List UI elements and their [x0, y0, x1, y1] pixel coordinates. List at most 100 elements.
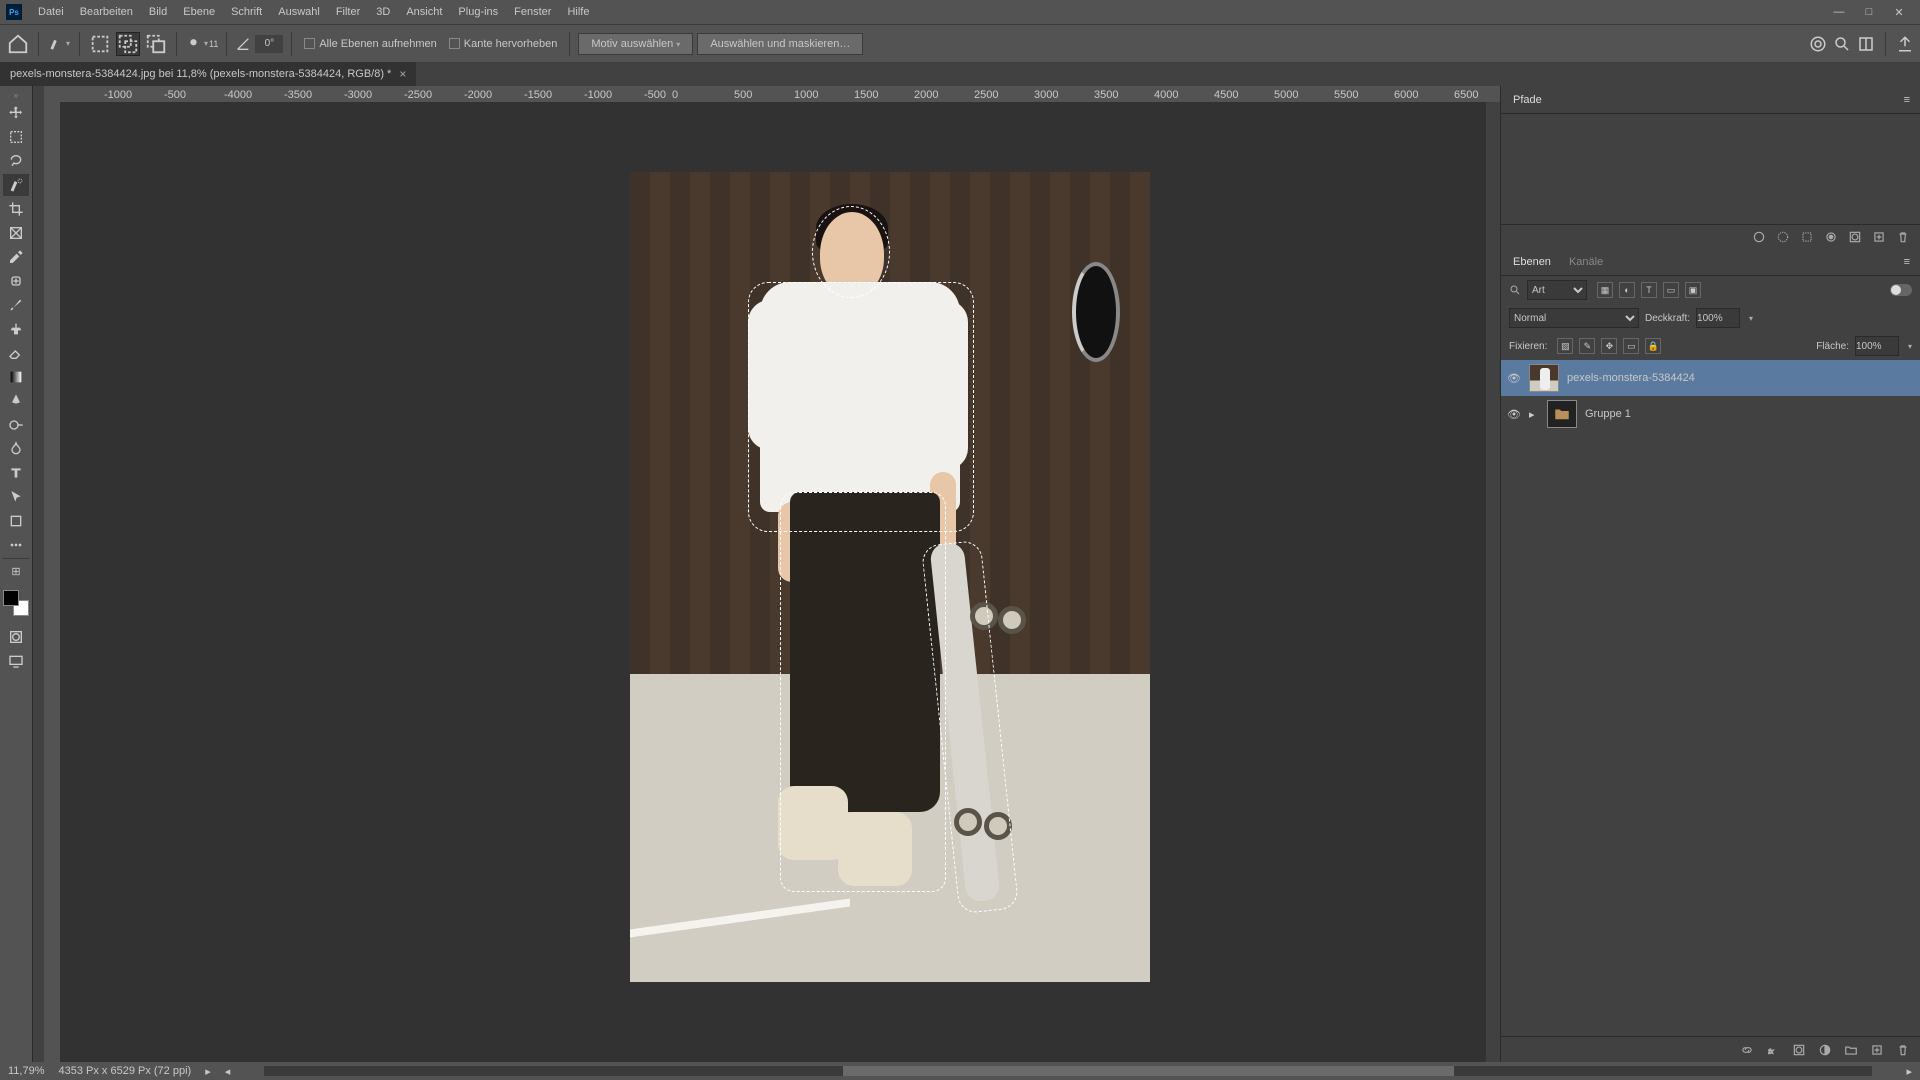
- filter-toggle[interactable]: [1890, 284, 1912, 296]
- pen-tool[interactable]: [3, 390, 29, 412]
- menu-hilfe[interactable]: Hilfe: [559, 0, 597, 24]
- tab-layers[interactable]: Ebenen: [1511, 252, 1553, 272]
- layer-thumbnail[interactable]: [1529, 364, 1559, 392]
- opacity-input[interactable]: [1696, 308, 1740, 328]
- new-group-icon[interactable]: [1844, 1043, 1858, 1057]
- layer-row[interactable]: 👁 ▸ Gruppe 1: [1501, 396, 1920, 432]
- document-canvas[interactable]: [60, 102, 1486, 1062]
- quick-mask-icon[interactable]: [3, 626, 29, 648]
- filter-type-icon[interactable]: T: [1641, 282, 1657, 298]
- selection-to-path-icon[interactable]: [1824, 230, 1838, 244]
- checkbox-edge-highlight[interactable]: Kante hervorheben: [449, 38, 558, 50]
- filter-pixel-icon[interactable]: ▦: [1597, 282, 1613, 298]
- marquee-tool[interactable]: [3, 126, 29, 148]
- tools-collapse-icon[interactable]: »: [13, 90, 18, 100]
- window-minimize-button[interactable]: —: [1824, 2, 1854, 22]
- tool-preset-picker[interactable]: [47, 32, 71, 56]
- menu-fenster[interactable]: Fenster: [506, 0, 559, 24]
- layer-row[interactable]: 👁 pexels-monstera-5384424: [1501, 360, 1920, 396]
- adjustment-layer-icon[interactable]: [1818, 1043, 1832, 1057]
- path-to-selection-icon[interactable]: [1800, 230, 1814, 244]
- doc-dimensions[interactable]: 4353 Px x 6529 Px (72 ppi): [59, 1065, 192, 1077]
- gradient-tool[interactable]: [3, 366, 29, 388]
- menu-datei[interactable]: Datei: [30, 0, 72, 24]
- filter-shape-icon[interactable]: ▭: [1663, 282, 1679, 298]
- blend-mode-select[interactable]: Normal: [1509, 308, 1639, 328]
- lasso-tool[interactable]: [3, 150, 29, 172]
- menu-plugins[interactable]: Plug-ins: [450, 0, 506, 24]
- cloud-sync-icon[interactable]: [1809, 35, 1827, 53]
- selection-add-icon[interactable]: [116, 32, 140, 56]
- selection-subtract-icon[interactable]: [144, 32, 168, 56]
- fill-dropdown-icon[interactable]: [1905, 340, 1912, 352]
- collapsed-panel-strip[interactable]: [32, 86, 44, 1062]
- arrange-docs-icon[interactable]: [1857, 35, 1875, 53]
- shape-tool[interactable]: [3, 510, 29, 532]
- vertical-scrollbar[interactable]: [1486, 102, 1500, 1062]
- eyedropper-tool[interactable]: [3, 246, 29, 268]
- selection-new-icon[interactable]: [88, 32, 112, 56]
- opacity-dropdown-icon[interactable]: [1746, 312, 1753, 324]
- add-mask-icon[interactable]: [1848, 230, 1862, 244]
- zoom-level[interactable]: 11,79%: [8, 1065, 45, 1077]
- checkbox-all-layers[interactable]: Alle Ebenen aufnehmen: [304, 38, 436, 50]
- more-tools[interactable]: [3, 534, 29, 556]
- type-tool[interactable]: [3, 462, 29, 484]
- new-layer-icon[interactable]: [1870, 1043, 1884, 1057]
- menu-ansicht[interactable]: Ansicht: [398, 0, 450, 24]
- quick-selection-tool[interactable]: [3, 174, 29, 196]
- search-icon[interactable]: [1833, 35, 1851, 53]
- window-maximize-button[interactable]: □: [1854, 2, 1884, 22]
- clone-stamp-tool[interactable]: [3, 318, 29, 340]
- move-tool[interactable]: [3, 102, 29, 124]
- menu-auswahl[interactable]: Auswahl: [270, 0, 328, 24]
- tab-paths[interactable]: Pfade: [1511, 90, 1544, 110]
- menu-filter[interactable]: Filter: [328, 0, 368, 24]
- lock-position-icon[interactable]: ✥: [1601, 338, 1617, 354]
- tab-channels[interactable]: Kanäle: [1567, 252, 1605, 272]
- fill-input[interactable]: [1855, 336, 1899, 356]
- frame-tool[interactable]: [3, 222, 29, 244]
- layer-name[interactable]: pexels-monstera-5384424: [1567, 372, 1695, 384]
- delete-path-icon[interactable]: [1896, 230, 1910, 244]
- add-mask-icon[interactable]: [1792, 1043, 1806, 1057]
- brush-tool[interactable]: [3, 294, 29, 316]
- delete-layer-icon[interactable]: [1896, 1043, 1910, 1057]
- link-layers-icon[interactable]: [1740, 1043, 1754, 1057]
- layer-style-icon[interactable]: fx: [1766, 1043, 1780, 1057]
- fill-path-icon[interactable]: [1752, 230, 1766, 244]
- filter-adjust-icon[interactable]: ◐: [1619, 282, 1635, 298]
- lock-all-icon[interactable]: 🔒: [1645, 338, 1661, 354]
- filter-smart-icon[interactable]: ▣: [1685, 282, 1701, 298]
- share-icon[interactable]: [1896, 35, 1914, 53]
- menu-3d[interactable]: 3D: [368, 0, 398, 24]
- select-subject-button[interactable]: Motiv auswählen: [578, 33, 693, 55]
- group-disclosure-icon[interactable]: ▸: [1529, 408, 1539, 421]
- stroke-path-icon[interactable]: [1776, 230, 1790, 244]
- angle-input[interactable]: 0°: [255, 35, 283, 53]
- layer-name[interactable]: Gruppe 1: [1585, 408, 1631, 420]
- color-swatches[interactable]: [3, 590, 29, 616]
- horizontal-scrollbar[interactable]: [264, 1066, 1872, 1076]
- ruler-horizontal[interactable]: -1000 -500 -4000 -3500 -3000 -2500 -2000…: [44, 86, 1500, 102]
- visibility-toggle-icon[interactable]: 👁: [1507, 408, 1521, 421]
- screen-mode-icon[interactable]: [3, 650, 29, 672]
- window-close-button[interactable]: ✕: [1884, 2, 1914, 22]
- status-dropdown-icon[interactable]: ▸: [205, 1065, 211, 1078]
- new-path-icon[interactable]: [1872, 230, 1886, 244]
- eraser-tool[interactable]: [3, 342, 29, 364]
- menu-bearbeiten[interactable]: Bearbeiten: [72, 0, 141, 24]
- lock-transparency-icon[interactable]: ▨: [1557, 338, 1573, 354]
- scroll-left-icon[interactable]: ◂: [225, 1065, 231, 1078]
- lock-paint-icon[interactable]: ✎: [1579, 338, 1595, 354]
- edit-toolbar-icon[interactable]: ⊞: [3, 558, 29, 580]
- layer-filter-kind[interactable]: Art: [1527, 280, 1587, 300]
- path-select-tool[interactable]: [3, 486, 29, 508]
- menu-schrift[interactable]: Schrift: [223, 0, 270, 24]
- document-tab[interactable]: pexels-monstera-5384424.jpg bei 11,8% (p…: [0, 62, 416, 86]
- select-and-mask-button[interactable]: Auswählen und maskieren…: [697, 33, 863, 55]
- healing-brush-tool[interactable]: [3, 270, 29, 292]
- panel-menu-icon[interactable]: ≡: [1904, 94, 1910, 106]
- menu-ebene[interactable]: Ebene: [175, 0, 223, 24]
- brush-preset-picker[interactable]: [185, 32, 209, 56]
